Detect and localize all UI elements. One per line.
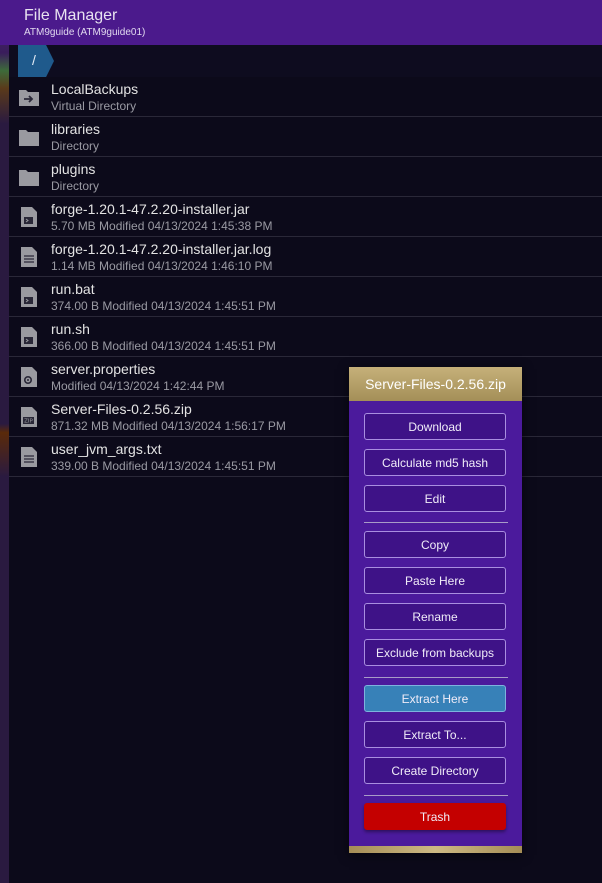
file-meta: Directory [51, 179, 100, 193]
calculate-md5-button[interactable]: Calculate md5 hash [364, 449, 506, 476]
file-name: libraries [51, 121, 101, 137]
download-button[interactable]: Download [364, 413, 506, 440]
virtual-folder-icon [19, 90, 39, 106]
extract-to-button[interactable]: Extract To... [364, 721, 506, 748]
rename-button[interactable]: Rename [364, 603, 506, 630]
window-title: File Manager [24, 7, 118, 24]
file-name: user_jvm_args.txt [51, 441, 162, 457]
copy-button[interactable]: Copy [364, 531, 506, 558]
file-meta: 1.14 MB Modified 04/13/2024 1:46:10 PM [51, 259, 273, 273]
file-meta: Directory [51, 139, 100, 153]
file-name: LocalBackups [51, 81, 139, 97]
paste-here-button[interactable]: Paste Here [364, 567, 506, 594]
list-item[interactable]: run.bat 374.00 B Modified 04/13/2024 1:4… [9, 277, 602, 317]
list-item[interactable]: forge-1.20.1-47.2.20-installer.jar 5.70 … [9, 197, 602, 237]
create-directory-button[interactable]: Create Directory [364, 757, 506, 784]
edit-button[interactable]: Edit [364, 485, 506, 512]
text-file-icon [21, 447, 37, 467]
list-item[interactable]: libraries Directory [9, 117, 602, 157]
file-meta: 5.70 MB Modified 04/13/2024 1:45:38 PM [51, 219, 273, 233]
exclude-from-backups-button[interactable]: Exclude from backups [364, 639, 506, 666]
breadcrumb: / [9, 45, 602, 77]
extract-here-button[interactable]: Extract Here [364, 685, 506, 712]
executable-file-icon [21, 207, 37, 227]
file-meta: 339.00 B Modified 04/13/2024 1:45:51 PM [51, 459, 276, 473]
settings-file-icon [21, 367, 37, 387]
menu-divider [364, 522, 508, 523]
file-name: Server-Files-0.2.56.zip [51, 401, 192, 417]
menu-divider [364, 795, 508, 796]
file-name: forge-1.20.1-47.2.20-installer.jar.log [51, 241, 272, 257]
menu-divider [364, 677, 508, 678]
list-item[interactable]: run.sh 366.00 B Modified 04/13/2024 1:45… [9, 317, 602, 357]
list-item[interactable]: forge-1.20.1-47.2.20-installer.jar.log 1… [9, 237, 602, 277]
file-meta: Modified 04/13/2024 1:42:44 PM [51, 379, 225, 393]
breadcrumb-root[interactable]: / [18, 45, 54, 77]
zip-file-icon: ZIP [21, 407, 37, 427]
file-meta: 871.32 MB Modified 04/13/2024 1:56:17 PM [51, 419, 286, 433]
list-item[interactable]: plugins Directory [9, 157, 602, 197]
file-name: plugins [51, 161, 96, 177]
executable-file-icon [21, 327, 37, 347]
context-menu-footer [349, 846, 522, 853]
file-meta: Virtual Directory [51, 99, 137, 113]
left-background-strip [0, 0, 9, 883]
trash-button[interactable]: Trash [364, 803, 506, 830]
file-meta: 374.00 B Modified 04/13/2024 1:45:51 PM [51, 299, 276, 313]
svg-text:ZIP: ZIP [24, 419, 33, 425]
folder-icon [19, 170, 39, 186]
list-item[interactable]: LocalBackups Virtual Directory [9, 77, 602, 117]
executable-file-icon [21, 287, 37, 307]
file-name: run.sh [51, 321, 90, 337]
title-bar: File Manager ATM9guide (ATM9guide01) [0, 0, 602, 45]
file-meta: 366.00 B Modified 04/13/2024 1:45:51 PM [51, 339, 276, 353]
context-menu: Server-Files-0.2.56.zip Download Calcula… [349, 367, 522, 853]
text-file-icon [21, 247, 37, 267]
file-name: run.bat [51, 281, 95, 297]
server-subtitle: ATM9guide (ATM9guide01) [24, 27, 146, 38]
folder-icon [19, 130, 39, 146]
context-menu-title: Server-Files-0.2.56.zip [349, 367, 522, 401]
file-name: server.properties [51, 361, 156, 377]
file-name: forge-1.20.1-47.2.20-installer.jar [51, 201, 250, 217]
